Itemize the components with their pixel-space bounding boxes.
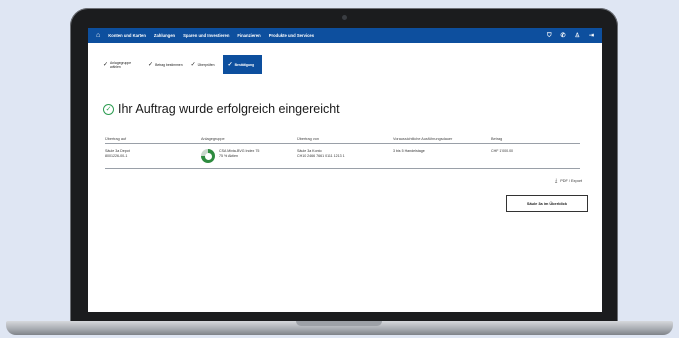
logout-icon[interactable]: ⇥ (589, 33, 594, 39)
progress-stepper: ✓ Anlagegruppe wählen ✓ Betrag bestimmen… (103, 55, 263, 74)
pdf-export-label: PDF / Export (560, 179, 582, 183)
step-bestaetigung: ✓ Bestätigung (222, 55, 263, 74)
step-ueberpruefen: ✓ Überprüfen (191, 55, 223, 74)
checkmark-icon: ✓ (148, 62, 154, 68)
main-navigation: ⌂ Konten und Karten Zahlungen Sparen und… (88, 28, 602, 43)
step-anlagegruppe: ✓ Anlagegruppe wählen (103, 55, 148, 74)
transfer-from-cell: Säule 3a Konto CH10 2466 7661 0111 1213 … (297, 149, 393, 168)
column-header: Anlagegruppe (201, 136, 225, 141)
step-label: Überprüfen (197, 62, 215, 67)
nav-item-sparen[interactable]: Sparen und Investieren (183, 33, 229, 38)
order-summary-table: Übertrag auf Anlagegruppe Übertrag von V… (105, 134, 580, 169)
download-icon: ⤓ (555, 178, 558, 184)
checkmark-icon: ✓ (227, 62, 233, 68)
shield-icon[interactable]: ⛉ (547, 33, 552, 39)
nav-item-zahlungen[interactable]: Zahlungen (154, 33, 175, 38)
checkmark-icon: ✓ (190, 62, 196, 68)
step-label: Betrag bestimmen (155, 62, 183, 67)
asset-group-cell: CSA Mixta-BVG Index 75 75 % Aktien (201, 149, 297, 168)
nav-item-finanzieren[interactable]: Finanzieren (237, 33, 260, 38)
nav-item-produkte[interactable]: Produkte und Services (269, 33, 314, 38)
step-betrag: ✓ Betrag bestimmen (148, 55, 191, 74)
step-label: Anlagegruppe wählen (110, 60, 132, 69)
column-header: Voraussichtliche Ausführungsdauer (393, 136, 453, 141)
overview-button[interactable]: Säule 3a im Überblick (506, 195, 588, 212)
home-icon[interactable]: ⌂ (96, 32, 100, 39)
nav-item-konten[interactable]: Konten und Karten (108, 33, 146, 38)
duration-cell: 3 bis 5 Handelstage (393, 149, 425, 153)
success-check-icon: ✓ (103, 103, 114, 115)
browser-screen: ⌂ Konten und Karten Zahlungen Sparen und… (88, 28, 602, 312)
confirmation-headline: ✓ Ihr Auftrag wurde erfolgreich eingerei… (103, 102, 340, 116)
asset-group-text: CSA Mixta-BVG Index 75 75 % Aktien (219, 149, 259, 159)
asset-group: CSA Mixta-BVG Index 75 75 % Aktien (201, 149, 297, 163)
allocation-donut-icon (201, 149, 215, 163)
amount-cell: CHF 1'000.00 (491, 149, 514, 153)
pdf-export-link[interactable]: ⤓ PDF / Export (555, 178, 582, 184)
column-header: Übertrag von (297, 136, 319, 141)
checkmark-icon: ✓ (103, 62, 109, 68)
column-header: Übertrag auf (105, 136, 127, 141)
laptop-notch (296, 321, 382, 326)
camera-icon (342, 15, 347, 20)
transfer-from-iban: CH10 2466 7661 0111 1213 1 (297, 154, 345, 158)
table-header: Übertrag auf Anlagegruppe Übertrag von V… (105, 134, 580, 144)
transfer-to-number: 8001226-00-1 (105, 154, 128, 158)
page-title: Ihr Auftrag wurde erfolgreich eingereich… (118, 102, 340, 116)
table-row: Säule 3a Depot 8001226-00-1 CSA Mixta-BV… (105, 144, 580, 169)
phone-icon[interactable]: ✆ (561, 33, 566, 39)
column-header: Betrag (491, 136, 503, 141)
asset-group-share: 75 % Aktien (219, 154, 238, 158)
user-icon[interactable]: ♙ (575, 33, 580, 39)
transfer-to-cell: Säule 3a Depot 8001226-00-1 (105, 149, 201, 168)
step-label: Bestätigung (234, 62, 255, 67)
